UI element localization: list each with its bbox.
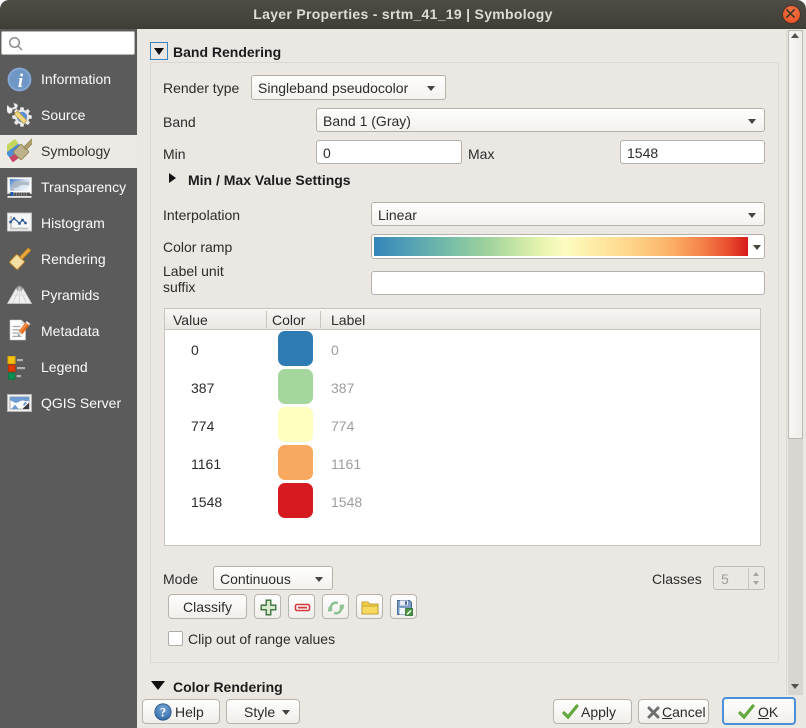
svg-text:i: i <box>18 71 24 92</box>
svg-text:?: ? <box>160 706 166 720</box>
